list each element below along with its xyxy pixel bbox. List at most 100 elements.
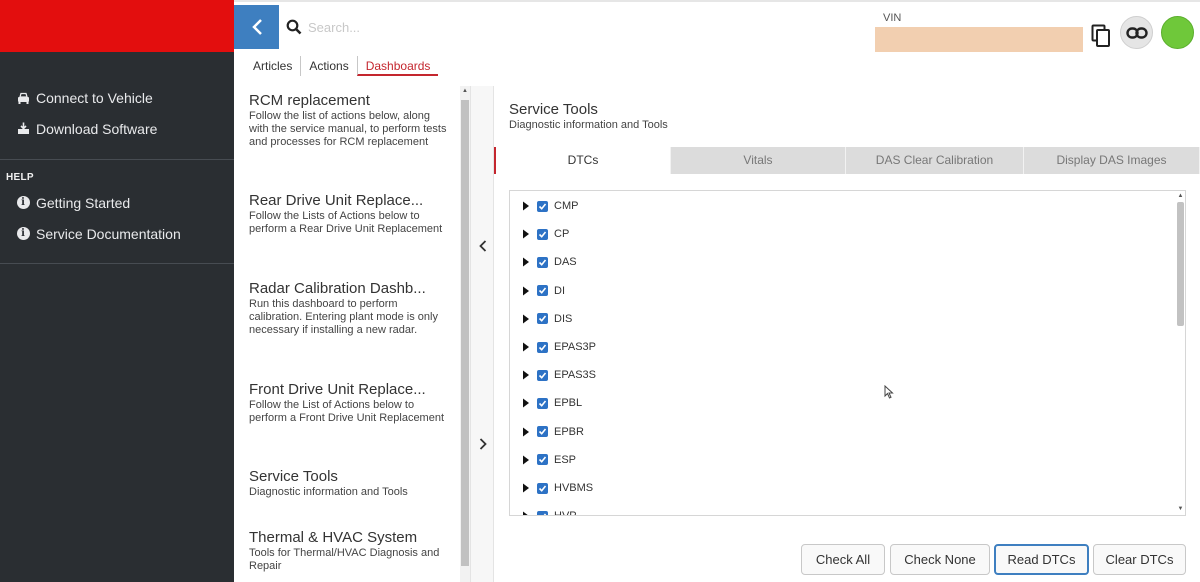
caret-right-icon[interactable]: [522, 342, 530, 352]
caret-right-icon[interactable]: [522, 229, 530, 239]
dtc-checkbox[interactable]: [537, 426, 548, 438]
checkmark-icon: [538, 456, 547, 464]
dtc-label: CMP: [554, 200, 579, 212]
caret-right-icon[interactable]: [522, 257, 530, 267]
dtc-list-scrollbar[interactable]: ▲ ▼: [1175, 190, 1186, 516]
dtc-checkbox[interactable]: [537, 482, 548, 494]
checkmark-icon: [538, 428, 547, 435]
caret-right-icon[interactable]: [522, 314, 530, 324]
tab-display-das-images[interactable]: Display DAS Images: [1024, 147, 1200, 174]
dtc-item[interactable]: CP: [522, 225, 569, 243]
dtc-item[interactable]: ESP: [522, 451, 576, 469]
checkmark-icon: [538, 287, 547, 294]
checkmark-icon: [538, 259, 547, 266]
dtc-checkbox[interactable]: [537, 285, 548, 297]
clear-dtcs-button[interactable]: Clear DTCs: [1093, 544, 1186, 575]
caret-right-icon[interactable]: [522, 483, 530, 493]
check-all-button[interactable]: Check All: [801, 544, 885, 575]
sidebar-item-download-software[interactable]: Download Software: [0, 113, 234, 144]
dtc-label: EPAS3P: [554, 341, 596, 353]
checkmark-icon: [538, 315, 547, 323]
dtc-checkbox[interactable]: [537, 200, 548, 212]
dtc-checkbox[interactable]: [537, 341, 548, 353]
dashboard-title: RCM replacement: [249, 92, 370, 109]
checkmark-icon: [538, 343, 547, 351]
download-icon: [16, 122, 30, 136]
dtc-item[interactable]: EPBR: [522, 423, 584, 441]
dtc-item[interactable]: EPAS3S: [522, 366, 596, 384]
sidebar-item-getting-started[interactable]: i Getting Started: [0, 187, 234, 218]
dtc-label: EPBR: [554, 425, 584, 438]
dtc-item[interactable]: DI: [522, 282, 565, 300]
dashboard-item-front-drive-unit[interactable]: Front Drive Unit Replace... Follow the L…: [249, 382, 449, 425]
dtc-checkbox[interactable]: [537, 454, 548, 466]
scroll-up-arrow-icon[interactable]: ▲: [1176, 192, 1185, 201]
vin-field[interactable]: [875, 27, 1083, 52]
back-button[interactable]: [234, 5, 279, 49]
dashboard-item-rear-drive-unit[interactable]: Rear Drive Unit Replace... Follow the Li…: [249, 193, 449, 236]
dtc-checkbox[interactable]: [537, 256, 548, 268]
scrollbar-thumb[interactable]: [461, 100, 469, 566]
dtc-checkbox[interactable]: [537, 369, 548, 381]
dtc-checkbox[interactable]: [537, 228, 548, 240]
dtc-label: HVP: [554, 510, 577, 515]
chevron-right-icon: [479, 438, 487, 450]
main-tabs: Articles Actions Dashboards: [245, 55, 439, 77]
dtc-checkbox[interactable]: [537, 313, 548, 325]
tab-dashboards[interactable]: Dashboards: [356, 56, 439, 76]
caret-right-icon[interactable]: [522, 455, 530, 465]
tab-actions[interactable]: Actions: [301, 56, 356, 76]
dashboard-item-thermal-hvac[interactable]: Thermal & HVAC System Tools for Thermal/…: [249, 530, 449, 573]
search-input[interactable]: [308, 16, 608, 38]
dtc-item[interactable]: DAS: [522, 253, 577, 271]
read-dtcs-button[interactable]: Read DTCs: [994, 544, 1089, 575]
dtc-item[interactable]: DIS: [522, 310, 572, 328]
tab-das-clear-calibration[interactable]: DAS Clear Calibration: [846, 147, 1024, 174]
tab-dtcs[interactable]: DTCs: [494, 147, 671, 174]
checkmark-icon: [538, 484, 547, 492]
scroll-down-arrow-icon[interactable]: ▼: [1176, 505, 1185, 514]
dtc-item[interactable]: EPBL: [522, 394, 582, 412]
dtc-label: DI: [554, 284, 565, 297]
dtc-checkbox[interactable]: [537, 510, 548, 515]
caret-right-icon[interactable]: [522, 398, 530, 408]
scroll-up-arrow-icon[interactable]: ▲: [460, 86, 470, 96]
dtc-item[interactable]: HVP: [522, 507, 577, 516]
caret-right-icon[interactable]: [522, 201, 530, 211]
check-none-button[interactable]: Check None: [890, 544, 990, 575]
dashboard-title: Thermal & HVAC System: [249, 529, 418, 546]
dtc-label: EPAS3S: [554, 369, 596, 382]
scrollbar-thumb[interactable]: [1177, 202, 1184, 326]
dtc-checkbox[interactable]: [537, 397, 548, 409]
caret-right-icon[interactable]: [522, 286, 530, 296]
caret-right-icon[interactable]: [522, 427, 530, 437]
dashboard-list-scrollbar[interactable]: ▲: [460, 86, 470, 582]
dashboard-item-rcm-replacement[interactable]: RCM replacement Follow the list of actio…: [249, 93, 449, 149]
dashboard-item-service-tools[interactable]: Service Tools Diagnostic information and…: [249, 469, 449, 499]
caret-right-icon[interactable]: [522, 511, 530, 516]
dashboard-title: Radar Calibration Dashb...: [249, 280, 426, 297]
dtc-item[interactable]: CMP: [522, 197, 578, 215]
tab-vitals[interactable]: Vitals: [671, 147, 846, 174]
copy-button[interactable]: [1091, 24, 1111, 48]
dtc-list: CMP CP DAS DI DIS EPAS3P EPAS3S EPBL EPBR ESP HVBM…: [509, 190, 1186, 516]
sidebar-item-service-documentation[interactable]: i Service Documentation: [0, 218, 234, 249]
share-link-button[interactable]: [1120, 16, 1153, 49]
dashboard-item-radar-calibration[interactable]: Radar Calibration Dashb... Run this dash…: [249, 281, 449, 337]
dtc-item[interactable]: EPAS3P: [522, 338, 596, 356]
checkmark-icon: [543, 513, 547, 515]
search-icon: [286, 19, 302, 35]
dtc-label: HVBMS: [554, 482, 594, 494]
dashboard-description: Diagnostic information and Tools: [249, 486, 408, 498]
sidebar-item-connect-to-vehicle[interactable]: Connect to Vehicle: [0, 82, 234, 113]
chevron-left-icon: [251, 19, 262, 35]
dashboard-description: Follow the List of Actions below to perf…: [249, 399, 445, 424]
tab-articles[interactable]: Articles: [245, 56, 302, 76]
brand-logo-bar: [0, 0, 234, 52]
sidebar-nav: Connect to Vehicle Download Software: [0, 82, 234, 144]
expand-right-button[interactable]: [471, 424, 495, 464]
panel-collapse-column: [470, 86, 494, 582]
dtc-item[interactable]: HVBMS: [522, 479, 593, 497]
collapse-left-button[interactable]: [471, 226, 495, 266]
caret-right-icon[interactable]: [522, 370, 530, 380]
